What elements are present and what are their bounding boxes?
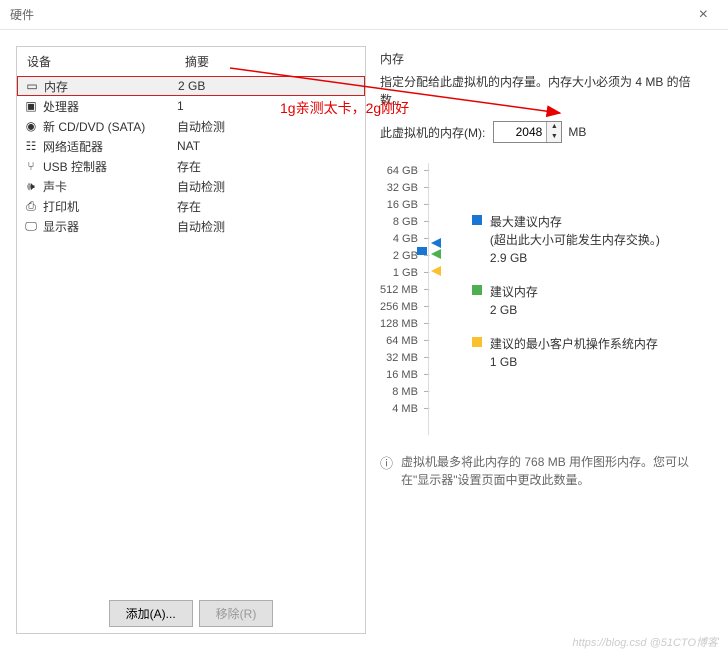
annotation-text: 1g亲测太卡，2g刚好 bbox=[280, 98, 409, 118]
memory-chart: 64 GB 32 GB 16 GB 8 GB 4 GB 2 GB 1 GB 51… bbox=[380, 163, 712, 435]
tick: 1 GB bbox=[393, 265, 424, 282]
button-row: 添加(A)... 移除(R) bbox=[17, 594, 365, 633]
memory-unit: MB bbox=[568, 125, 586, 139]
device-label: 内存 bbox=[44, 78, 68, 95]
remove-button[interactable]: 移除(R) bbox=[199, 600, 274, 627]
device-label: 打印机 bbox=[43, 198, 79, 215]
tick: 128 MB bbox=[380, 316, 424, 333]
marker-max-icon bbox=[431, 238, 441, 248]
device-label: 网络适配器 bbox=[43, 138, 103, 155]
legend-min: 建议的最小客户机操作系统内存 1 GB bbox=[472, 335, 660, 371]
tick: 64 MB bbox=[386, 333, 424, 350]
marker-recommended-icon bbox=[431, 249, 441, 259]
printer-icon: ⎙ bbox=[23, 199, 39, 214]
disc-icon: ◉ bbox=[23, 119, 39, 133]
tick: 4 MB bbox=[392, 401, 424, 418]
device-label: 新 CD/DVD (SATA) bbox=[43, 118, 145, 135]
legend-sub: (超出此大小可能发生内存交换。) bbox=[490, 231, 660, 249]
device-summary: NAT bbox=[177, 139, 200, 153]
legend-color-icon bbox=[472, 285, 482, 295]
device-summary: 2 GB bbox=[178, 79, 205, 93]
legend-max: 最大建议内存 (超出此大小可能发生内存交换。) 2.9 GB bbox=[472, 213, 660, 267]
content-area: 设备 摘要 ▭内存 2 GB ▣处理器 1 ◉新 CD/DVD (SATA) 自… bbox=[0, 30, 728, 642]
sound-icon: 🕪 bbox=[23, 179, 39, 194]
legend-title: 最大建议内存 bbox=[490, 213, 660, 231]
device-summary: 自动检测 bbox=[177, 218, 225, 235]
titlebar: 硬件 × bbox=[0, 0, 728, 30]
device-summary: 存在 bbox=[177, 158, 201, 175]
memory-icon: ▭ bbox=[24, 79, 40, 93]
device-summary: 自动检测 bbox=[177, 178, 225, 195]
add-button[interactable]: 添加(A)... bbox=[109, 600, 193, 627]
spinner-down-icon[interactable]: ▼ bbox=[547, 132, 561, 142]
legend-title: 建议的最小客户机操作系统内存 bbox=[490, 335, 658, 353]
tick: 8 MB bbox=[392, 384, 424, 401]
legend-value: 2 GB bbox=[490, 301, 538, 319]
legend-recommended: 建议内存 2 GB bbox=[472, 283, 660, 319]
info-icon: ⓘ bbox=[380, 453, 393, 472]
device-label: USB 控制器 bbox=[43, 158, 107, 175]
tick: 4 GB bbox=[393, 231, 424, 248]
device-summary: 1 bbox=[177, 99, 184, 113]
tick: 512 MB bbox=[380, 282, 424, 299]
window-title: 硬件 bbox=[10, 6, 34, 23]
slider-track[interactable] bbox=[428, 163, 448, 435]
chart-ticks: 64 GB 32 GB 16 GB 8 GB 4 GB 2 GB 1 GB 51… bbox=[380, 163, 424, 435]
legend-value: 1 GB bbox=[490, 353, 658, 371]
list-body: ▭ 内存 2 GB ▣ 处理器 1 ◉ 新 CD/DVD (SATA) 自动检测 ☷ 网… bbox=[17, 76, 365, 594]
legend-value: 2.9 GB bbox=[490, 249, 660, 267]
info-text: 虚拟机最多将此内存的 768 MB 用作图形内存。您可以在"显示器"设置页面中更… bbox=[401, 453, 712, 489]
tick: 16 MB bbox=[386, 367, 424, 384]
device-label: 处理器 bbox=[43, 98, 79, 115]
header-device: 设备 bbox=[27, 53, 185, 70]
marker-current-icon[interactable] bbox=[417, 247, 427, 255]
tick: 16 GB bbox=[387, 197, 424, 214]
device-label: 显示器 bbox=[43, 218, 79, 235]
legend-color-icon bbox=[472, 337, 482, 347]
close-icon[interactable]: × bbox=[687, 6, 720, 24]
tick: 32 MB bbox=[386, 350, 424, 367]
tick: 256 MB bbox=[380, 299, 424, 316]
device-summary: 存在 bbox=[177, 198, 201, 215]
list-row-printer[interactable]: ⎙ 打印机 存在 bbox=[17, 196, 365, 216]
usb-icon: ⑂ bbox=[23, 159, 39, 173]
hardware-list-panel: 设备 摘要 ▭内存 2 GB ▣处理器 1 ◉新 CD/DVD (SATA) 自… bbox=[16, 46, 366, 634]
marker-min-icon bbox=[431, 266, 441, 276]
tick: 64 GB bbox=[387, 163, 424, 180]
cpu-icon: ▣ bbox=[23, 99, 39, 113]
list-row-display[interactable]: 🖵 显示器 自动检测 bbox=[17, 216, 365, 236]
tick: 32 GB bbox=[387, 180, 424, 197]
device-summary: 自动检测 bbox=[177, 118, 225, 135]
legend-color-icon bbox=[472, 215, 482, 225]
memory-panel: 内存 指定分配给此虚拟机的内存量。内存大小必须为 4 MB 的倍数。 此虚拟机的… bbox=[380, 46, 712, 634]
info-note: ⓘ 虚拟机最多将此内存的 768 MB 用作图形内存。您可以在"显示器"设置页面… bbox=[380, 453, 712, 489]
device-label: 声卡 bbox=[43, 178, 67, 195]
legend-title: 建议内存 bbox=[490, 283, 538, 301]
network-icon: ☷ bbox=[23, 139, 39, 153]
list-row-usb[interactable]: ⑂ USB 控制器 存在 bbox=[17, 156, 365, 176]
watermark: https://blog.csd @51CTO博客 bbox=[573, 634, 718, 650]
display-icon: 🖵 bbox=[23, 219, 39, 234]
list-row-sound[interactable]: 🕪 声卡 自动检测 bbox=[17, 176, 365, 196]
tick: 8 GB bbox=[393, 214, 424, 231]
legends: 最大建议内存 (超出此大小可能发生内存交换。) 2.9 GB 建议内存 2 GB bbox=[472, 163, 660, 435]
list-row-network[interactable]: ☷ 网络适配器 NAT bbox=[17, 136, 365, 156]
